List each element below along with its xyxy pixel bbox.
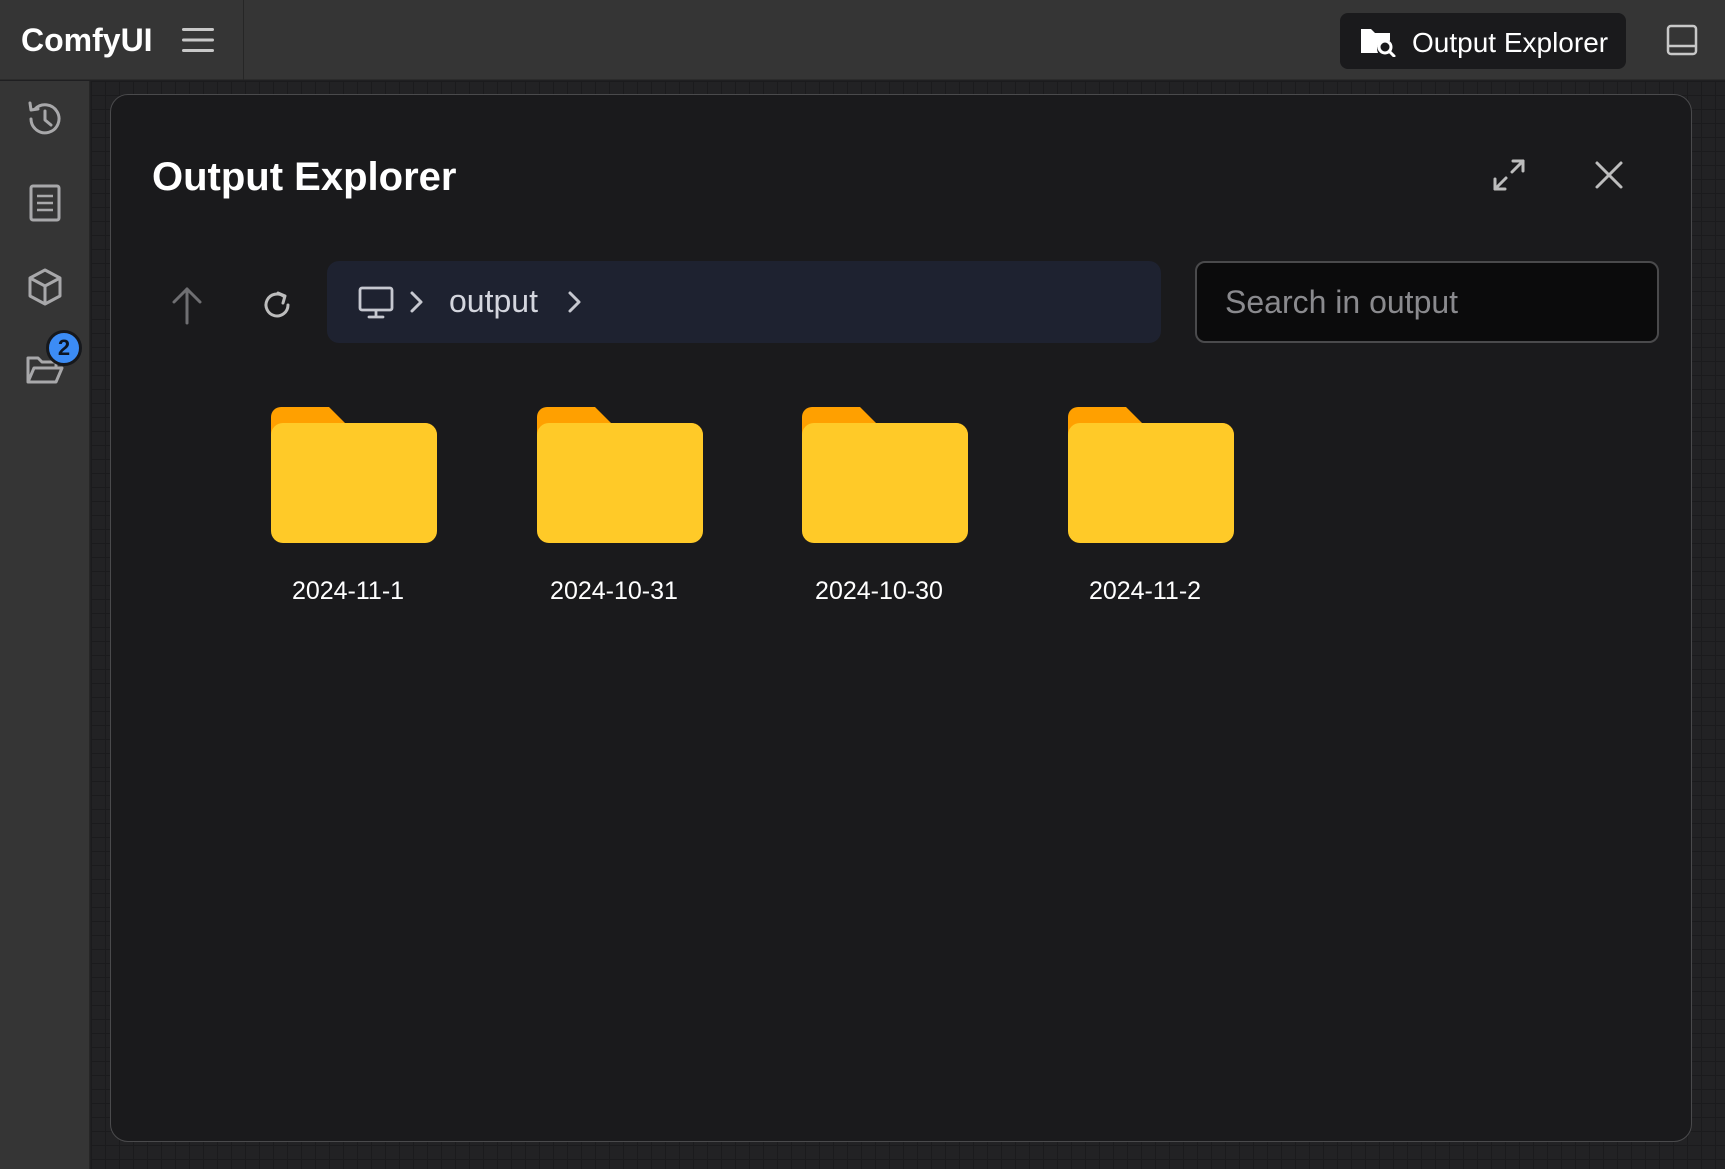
chevron-right-icon	[407, 289, 427, 315]
document-icon	[29, 184, 61, 222]
notification-badge: 2	[46, 330, 82, 366]
folder-icon	[537, 407, 703, 543]
sidebar-item-models[interactable]	[22, 264, 68, 310]
output-explorer-dialog: Output Explorer output Search in output …	[110, 94, 1692, 1142]
sidebar-item-output-explorer[interactable]: 2	[22, 330, 82, 392]
brand-area: ComfyUI	[0, 0, 244, 80]
breadcrumb-item-output[interactable]: output	[449, 283, 538, 320]
output-explorer-button[interactable]: Output Explorer	[1340, 13, 1626, 69]
breadcrumb: output	[327, 261, 1161, 343]
folder-item[interactable]: 2024-11-2	[1040, 407, 1250, 617]
search-input[interactable]	[1195, 261, 1659, 343]
history-icon	[28, 101, 61, 135]
output-explorer-button-label: Output Explorer	[1412, 27, 1609, 58]
maximize-icon[interactable]	[1489, 155, 1529, 195]
cube-icon	[28, 268, 62, 306]
folder-item[interactable]: 2024-11-1	[243, 407, 453, 617]
folder-icon	[802, 407, 968, 543]
folder-item[interactable]: 2024-10-30	[774, 407, 984, 617]
sidebar-item-workflows[interactable]	[22, 180, 68, 226]
folder-item[interactable]: 2024-10-31	[509, 407, 719, 617]
folder-name: 2024-10-31	[550, 577, 678, 605]
refresh-icon[interactable]	[257, 285, 297, 325]
folder-name: 2024-11-1	[291, 577, 405, 605]
folder-search-icon	[1360, 25, 1396, 58]
folder-icon	[271, 407, 437, 543]
folder-name: 2024-10-30	[815, 577, 943, 605]
monitor-icon[interactable]	[357, 283, 395, 321]
folder-icon	[1068, 407, 1234, 543]
sidebar-item-history[interactable]	[22, 96, 68, 142]
hamburger-menu-icon[interactable]	[180, 24, 216, 56]
top-bar: ComfyUI Output Explorer	[0, 0, 1725, 80]
app-title: ComfyUI	[21, 22, 153, 58]
sidebar: 2	[0, 81, 90, 1169]
chevron-right-icon	[565, 289, 585, 315]
bottom-panel-icon[interactable]	[1664, 22, 1700, 58]
folder-name: 2024-11-2	[1088, 577, 1202, 605]
arrow-up-icon[interactable]	[167, 283, 207, 327]
dialog-title: Output Explorer	[152, 155, 457, 199]
close-icon[interactable]	[1589, 155, 1629, 195]
